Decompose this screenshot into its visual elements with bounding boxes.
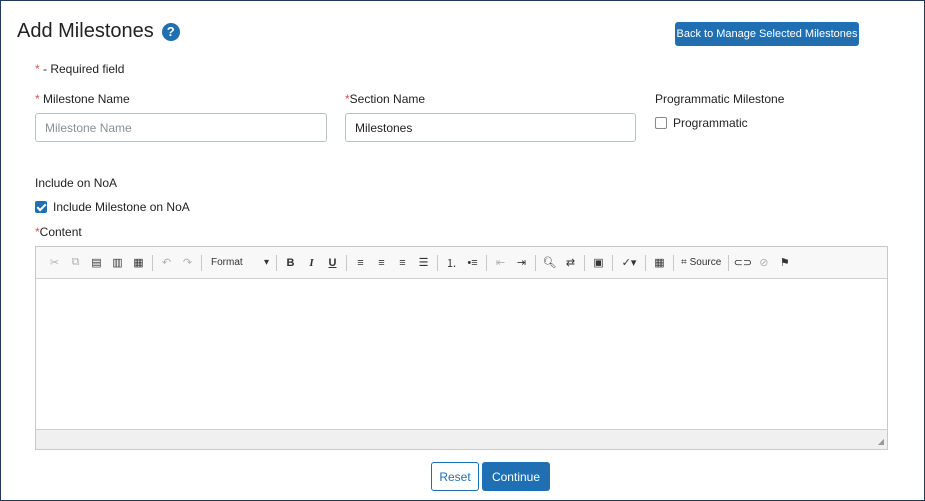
align-center-icon[interactable]: ≡ [371,254,392,272]
resize-handle-icon[interactable]: ◢ [878,437,884,446]
toolbar-separator [152,254,153,271]
underline-icon[interactable]: U [322,254,343,272]
toolbar-separator [584,254,585,271]
include-noa-checkbox[interactable] [35,201,47,213]
anchor-icon[interactable]: ⚑ [774,254,795,272]
unlink-icon[interactable]: ⊘ [753,254,774,272]
page-title-text: Add Milestones [17,20,154,42]
source-label: Source [689,257,722,268]
editor-toolbar: ✂ ⧉ ▤ ▥ ▦ ↶ ↷ Format ▾ B I U ≡ ≡ ≡ ☰ ⒈ •… [36,247,887,279]
link-icon[interactable]: ⊂⊃ [732,254,753,272]
milestone-name-input[interactable]: Milestone Name [35,113,327,142]
toolbar-separator [673,254,674,271]
cut-icon[interactable]: ✂ [44,254,65,272]
programmatic-checkbox[interactable] [655,117,667,129]
back-to-manage-button[interactable]: Back to Manage Selected Milestones [675,22,859,46]
milestone-name-label-text: Milestone Name [43,92,130,106]
toolbar-separator [437,254,438,271]
include-noa-label: Include on NoA [35,176,118,190]
table-icon[interactable]: ▦ [649,254,670,272]
redo-icon[interactable]: ↷ [177,254,198,272]
indent-icon[interactable]: ⇥ [511,254,532,272]
template-icon[interactable]: ▣ [588,254,609,272]
content-label-text: Content [39,225,82,239]
programmatic-milestone-label: Programmatic Milestone [655,92,785,106]
include-noa-checkbox-label[interactable]: Include Milestone on NoA [53,200,190,214]
programmatic-checkbox-label[interactable]: Programmatic [673,116,748,130]
help-icon[interactable]: ? [161,22,180,41]
format-dropdown-label: Format [211,257,243,268]
chevron-down-icon: ▾ [263,257,269,268]
undo-icon[interactable]: ↶ [156,254,177,272]
continue-button[interactable]: Continue [482,462,550,491]
copy-icon[interactable]: ⧉ [65,254,86,272]
paste-word-icon[interactable]: ▦ [128,254,149,272]
toolbar-separator [486,254,487,271]
bulleted-list-icon[interactable]: •≡ [462,254,483,272]
outdent-icon[interactable]: ⇤ [490,254,511,272]
section-name-input[interactable]: Milestones [345,113,636,142]
source-button[interactable]: ⌗ Source [677,257,725,268]
italic-icon[interactable]: I [301,254,322,272]
numbered-list-icon[interactable]: ⒈ [441,254,462,272]
milestone-name-placeholder: Milestone Name [45,120,132,135]
toolbar-separator [612,254,613,271]
rich-text-editor: ✂ ⧉ ▤ ▥ ▦ ↶ ↷ Format ▾ B I U ≡ ≡ ≡ ☰ ⒈ •… [35,246,888,450]
editor-content-area[interactable] [36,279,887,429]
page-title: Add Milestones ? [17,20,180,43]
replace-icon[interactable]: ⇄ [560,254,581,272]
toolbar-separator [728,254,730,271]
section-name-label: *Section Name [345,92,425,106]
toolbar-separator [201,254,202,271]
milestone-name-label: * Milestone Name [35,92,130,106]
align-right-icon[interactable]: ≡ [392,254,413,272]
required-note-text: - Required field [39,62,125,76]
toolbar-separator [346,254,347,271]
toolbar-separator [276,254,277,271]
align-left-icon[interactable]: ≡ [350,254,371,272]
required-field-note: * - Required field [35,62,124,76]
section-name-label-text: Section Name [349,92,426,106]
source-icon: ⌗ [681,257,687,268]
justify-icon[interactable]: ☰ [413,254,434,272]
required-star: * [35,92,40,106]
find-icon[interactable]: 🔍︎ [539,254,560,272]
programmatic-checkbox-row[interactable]: Programmatic [655,116,748,130]
format-dropdown[interactable]: Format ▾ [205,254,273,272]
content-label: *Content [35,225,82,239]
toolbar-separator [645,254,646,271]
include-noa-checkbox-row[interactable]: Include Milestone on NoA [35,200,190,214]
editor-statusbar: ◢ [36,429,887,449]
section-name-value: Milestones [355,120,413,135]
reset-button[interactable]: Reset [431,462,479,491]
paste-text-icon[interactable]: ▥ [107,254,128,272]
paste-icon[interactable]: ▤ [86,254,107,272]
bold-icon[interactable]: B [280,254,301,272]
spellcheck-icon[interactable]: ✓▾ [616,254,642,272]
toolbar-separator [535,254,536,271]
